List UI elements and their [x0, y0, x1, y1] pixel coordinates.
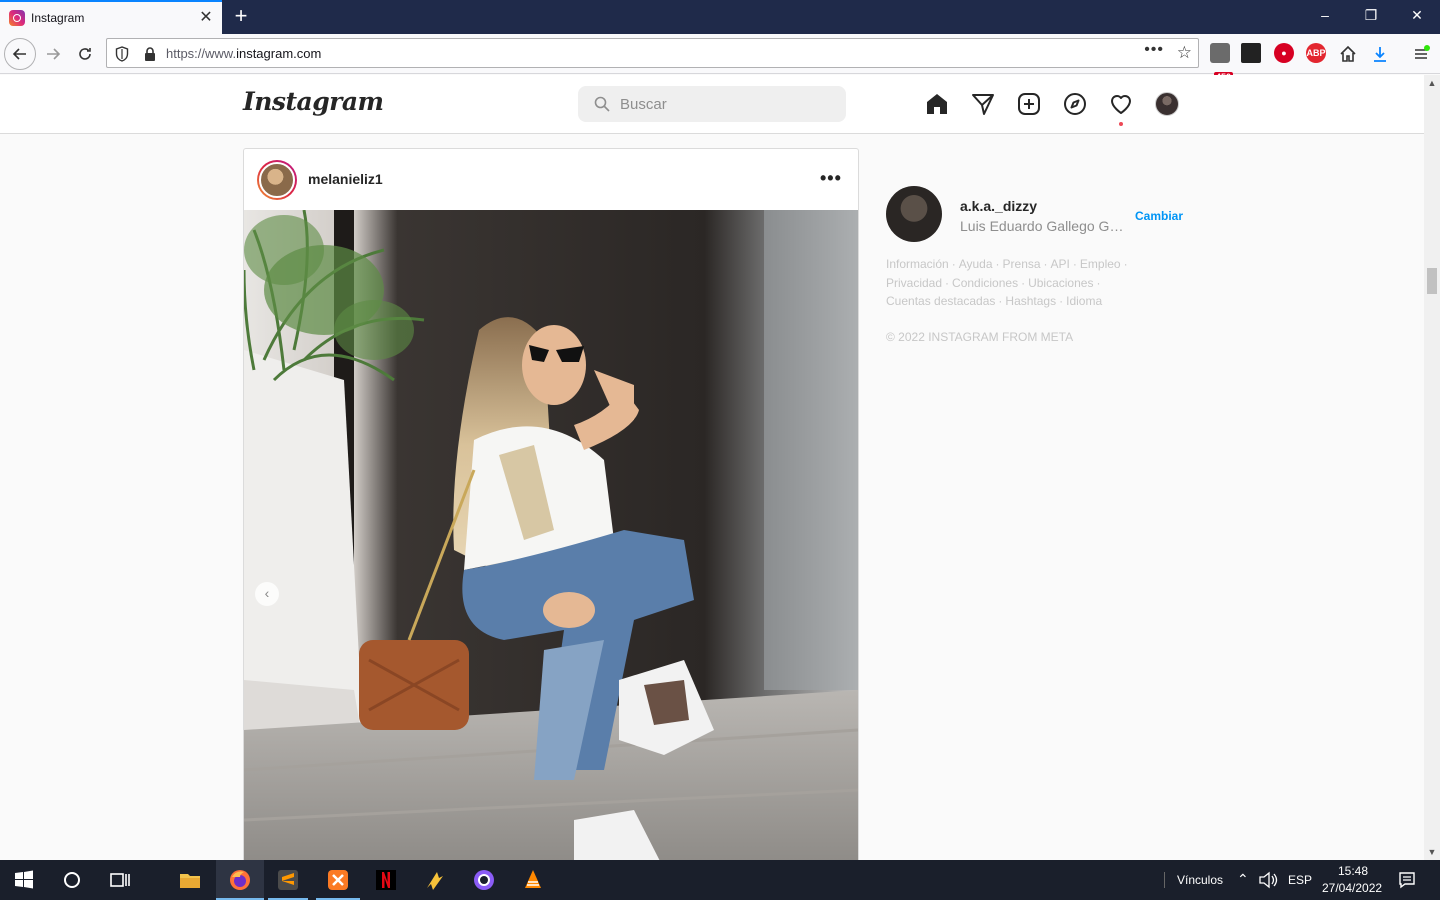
arrow-left-icon: [12, 48, 26, 60]
switch-account-link[interactable]: Cambiar: [1135, 209, 1183, 223]
vlc-icon[interactable]: [521, 868, 545, 892]
footer-link-privacidad[interactable]: Privacidad: [886, 276, 942, 290]
sidebar-full-name: Luis Eduardo Gallego Gar...: [960, 218, 1130, 234]
home-icon[interactable]: [925, 92, 949, 116]
sidebar-username[interactable]: a.k.a._dizzy: [960, 198, 1037, 214]
footer-link-idioma[interactable]: Idioma: [1066, 294, 1102, 308]
windows-taskbar: Vínculos ⌃ ESP 15:48 27/04/2022: [0, 860, 1440, 900]
sublime-text-icon[interactable]: [276, 868, 300, 892]
extension-stop-icon[interactable]: ●: [1274, 43, 1294, 63]
footer-link-condiciones[interactable]: Condiciones: [952, 276, 1018, 290]
home-button[interactable]: [1333, 39, 1363, 69]
footer-link-api[interactable]: API: [1051, 257, 1070, 271]
copyright-text: © 2022 INSTAGRAM FROM META: [886, 330, 1074, 344]
post-photo-illustration: [244, 210, 858, 860]
input-language-indicator[interactable]: ESP: [1288, 873, 1312, 887]
explore-compass-icon[interactable]: [1063, 92, 1087, 116]
links-toolbar[interactable]: Vínculos: [1177, 873, 1223, 887]
new-post-icon[interactable]: [1017, 92, 1041, 116]
instagram-logo[interactable]: Instagram: [243, 87, 384, 116]
github-desktop-icon[interactable]: [472, 868, 496, 892]
notification-dot: [1119, 122, 1123, 126]
direct-message-icon[interactable]: [971, 92, 995, 116]
post-author-avatar: [259, 162, 295, 198]
xampp-icon[interactable]: [326, 868, 350, 892]
footer-link-prensa[interactable]: Prensa: [1003, 257, 1041, 271]
activity-heart-icon[interactable]: [1109, 92, 1133, 116]
close-tab-icon[interactable]: ✕: [198, 10, 214, 26]
clock-date[interactable]: 27/04/2022: [1322, 881, 1382, 895]
lock-icon[interactable]: [143, 46, 157, 62]
search-box[interactable]: [578, 86, 846, 122]
reload-icon: [79, 48, 91, 60]
restore-window-button[interactable]: ❐: [1356, 7, 1386, 24]
close-window-button[interactable]: ✕: [1402, 7, 1432, 24]
extension-shield-icon[interactable]: [1210, 43, 1230, 63]
sidebar-user-avatar[interactable]: [886, 186, 942, 242]
task-view-icon[interactable]: [108, 868, 132, 892]
url-text: https://www.instagram.com: [166, 46, 322, 61]
post-header: melanieliz1 •••: [244, 149, 858, 210]
action-center-notifications-icon[interactable]: [1398, 871, 1416, 889]
address-bar[interactable]: https://www.instagram.com ••• ☆: [106, 38, 1199, 68]
carousel-previous-button[interactable]: ‹: [255, 582, 279, 606]
home-outline-icon: [1340, 45, 1356, 62]
page-actions-menu-icon[interactable]: •••: [1144, 41, 1164, 59]
download-icon: [1374, 47, 1386, 62]
minimize-window-button[interactable]: –: [1310, 7, 1340, 23]
volume-icon[interactable]: [1258, 871, 1278, 889]
profile-avatar-icon[interactable]: [1155, 92, 1179, 116]
new-tab-button[interactable]: +: [230, 5, 252, 27]
downloads-button[interactable]: [1365, 39, 1395, 69]
windows-start-icon[interactable]: [12, 868, 36, 892]
instagram-page: Instagram melanieliz1 •••: [0, 75, 1424, 860]
story-ring[interactable]: [257, 160, 297, 200]
forward-button[interactable]: [38, 39, 68, 69]
scroll-up-arrow-icon[interactable]: ▲: [1424, 75, 1440, 91]
footer-link-ubicaciones[interactable]: Ubicaciones: [1028, 276, 1093, 290]
extension-puzzle-icon[interactable]: [1241, 43, 1261, 63]
arrow-right-icon: [47, 48, 61, 60]
browser-toolbar: https://www.instagram.com ••• ☆ 450 ● AB…: [0, 34, 1440, 83]
clock-time[interactable]: 15:48: [1338, 864, 1368, 878]
firefox-icon[interactable]: [228, 868, 252, 892]
file-explorer-icon[interactable]: [178, 868, 202, 892]
tab-title: Instagram: [31, 11, 85, 25]
search-input[interactable]: [620, 86, 830, 122]
scrollbar-thumb[interactable]: [1427, 268, 1437, 294]
cortana-search-icon[interactable]: [60, 868, 84, 892]
search-icon: [594, 96, 610, 112]
more-options-icon[interactable]: •••: [820, 168, 842, 189]
app-menu-button[interactable]: [1406, 39, 1436, 69]
show-hidden-icons-chevron-up-icon[interactable]: ⌃: [1237, 871, 1249, 888]
footer-link-empleo[interactable]: Empleo: [1080, 257, 1121, 271]
footer-link-hashtags[interactable]: Hashtags: [1005, 294, 1056, 308]
page-scrollbar[interactable]: [1424, 75, 1440, 860]
back-button[interactable]: [4, 38, 36, 70]
scroll-down-arrow-icon[interactable]: ▼: [1424, 844, 1440, 860]
winamp-icon[interactable]: [423, 868, 447, 892]
footer-link-ayuda[interactable]: Ayuda: [959, 257, 993, 271]
footer-links: Información · Ayuda · Prensa · API · Empleo · Pri…: [886, 257, 1128, 308]
taskbar-divider: [1164, 872, 1165, 888]
instagram-header: Instagram: [0, 75, 1424, 134]
browser-tab-instagram[interactable]: Instagram ✕: [0, 0, 222, 34]
footer-link-informacion[interactable]: Información: [886, 257, 949, 271]
post-username[interactable]: melanieliz1: [308, 171, 383, 187]
feed-post: melanieliz1 ••• ‹: [243, 148, 859, 860]
browser-tab-bar: Instagram ✕ + – ❐ ✕: [0, 0, 1440, 34]
netflix-icon[interactable]: [374, 868, 398, 892]
tracking-protection-shield-icon[interactable]: [115, 46, 129, 62]
bookmark-star-icon[interactable]: ☆: [1177, 43, 1192, 63]
footer-link-cuentas-destacadas[interactable]: Cuentas destacadas: [886, 294, 995, 308]
hamburger-menu-icon: [1415, 45, 1430, 59]
instagram-favicon-icon: [9, 10, 25, 26]
adblock-plus-icon[interactable]: ABP: [1306, 43, 1326, 63]
post-image[interactable]: ‹: [244, 210, 858, 860]
reload-button[interactable]: [70, 39, 100, 69]
